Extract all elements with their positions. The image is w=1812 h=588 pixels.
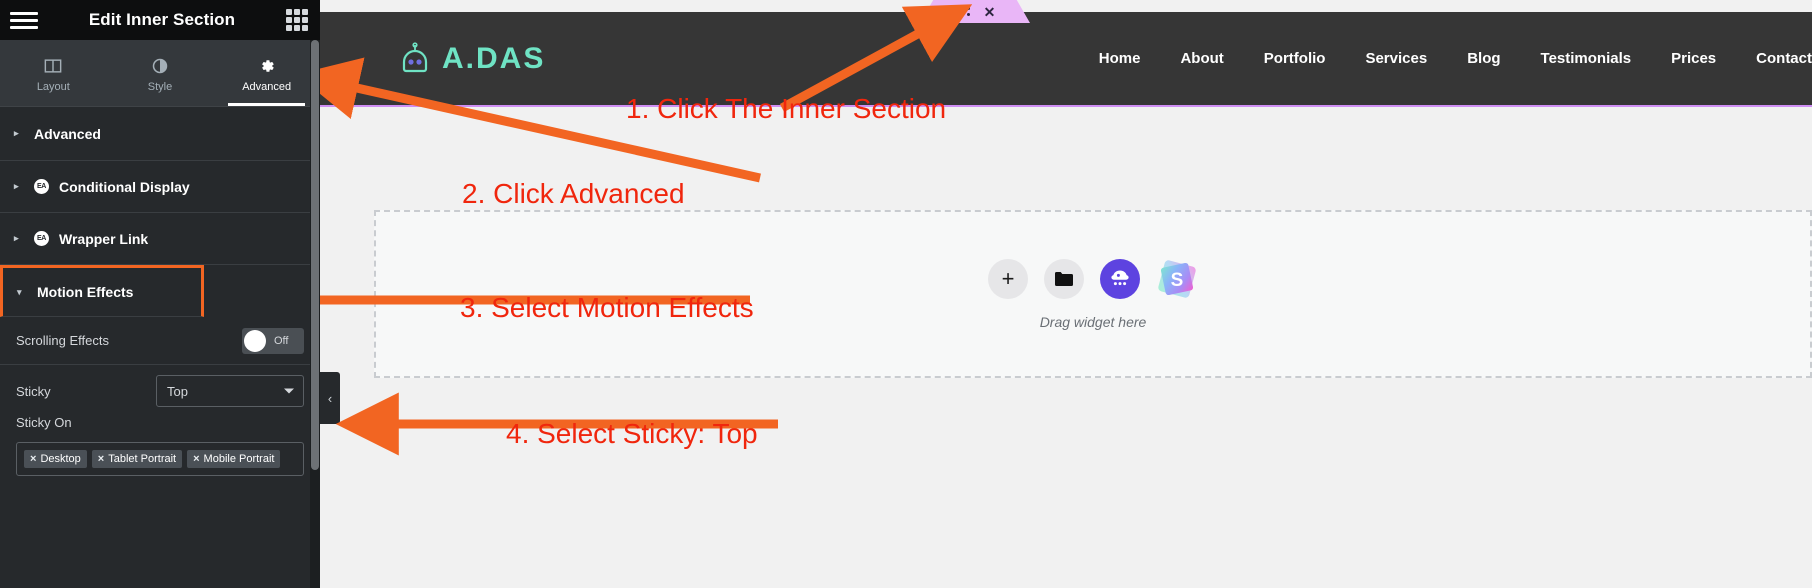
section-wrapper-link-label: Wrapper Link xyxy=(59,230,149,247)
nav-item-services[interactable]: Services xyxy=(1365,50,1427,67)
close-x-icon[interactable]: ✕ xyxy=(984,5,996,19)
panel-header: Edit Inner Section xyxy=(0,0,320,40)
site-logo[interactable]: A.DAS xyxy=(398,42,545,76)
scrolling-effects-row: Scrolling Effects Off xyxy=(0,317,320,365)
toggle-knob xyxy=(244,329,266,352)
sticky-row: Sticky Top xyxy=(0,365,320,417)
ai-robot-icon xyxy=(1111,270,1129,286)
panel-title: Edit Inner Section xyxy=(88,10,236,29)
scrolling-effects-label: Scrolling Effects xyxy=(16,333,109,348)
nav-item-home[interactable]: Home xyxy=(1099,50,1141,67)
panel-sections: ▸ Advanced ▸ EA Conditional Display ▸ EA… xyxy=(0,107,320,476)
nav-item-portfolio[interactable]: Portfolio xyxy=(1264,50,1326,67)
drag-widget-hint: Drag widget here xyxy=(1039,314,1147,330)
remove-tag-icon[interactable]: × xyxy=(193,453,199,465)
toggle-state-label: Off xyxy=(274,334,289,347)
ea-badge-icon: EA xyxy=(34,231,49,246)
editor-canvas: ✕ A.DAS Home About Portfolio Services Bl… xyxy=(320,0,1812,588)
chevron-right-icon: ▸ xyxy=(14,233,19,243)
add-widget-button[interactable]: + xyxy=(988,259,1028,299)
inner-section-handle[interactable]: ✕ xyxy=(920,0,1030,23)
section-wrapper-link[interactable]: ▸ EA Wrapper Link xyxy=(0,213,320,265)
layout-columns-icon xyxy=(44,59,62,73)
tab-advanced-label: Advanced xyxy=(242,81,292,93)
chevron-right-icon: ▸ xyxy=(14,181,19,191)
svg-text:S: S xyxy=(1171,270,1184,291)
collapse-panel-button[interactable]: ‹ xyxy=(320,372,340,424)
contrast-circle-icon xyxy=(152,58,168,74)
plus-icon: + xyxy=(1001,266,1015,291)
nav-item-blog[interactable]: Blog xyxy=(1467,50,1500,67)
panel-tabs: Layout Style Advanced xyxy=(0,40,320,107)
tab-layout-label: Layout xyxy=(36,81,70,93)
open-folder-button[interactable] xyxy=(1044,259,1084,299)
section-motion-effects[interactable]: ▾ Motion Effects xyxy=(0,265,204,317)
sticky-on-label: Sticky On xyxy=(16,415,72,430)
tag-mobile-portrait-label: Mobile Portrait xyxy=(203,453,275,465)
nav-item-testimonials[interactable]: Testimonials xyxy=(1541,50,1632,67)
section-advanced[interactable]: ▸ Advanced xyxy=(0,107,320,161)
scrolling-effects-toggle[interactable]: Off xyxy=(242,327,304,354)
elementor-editor-screen: Edit Inner Section Layout Style Advanced… xyxy=(0,0,1812,588)
tab-style[interactable]: Style xyxy=(107,40,214,106)
panel-scrollbar-thumb[interactable] xyxy=(311,40,319,470)
panel-scrollbar[interactable] xyxy=(310,40,320,588)
annotation-step-2: 2. Click Advanced xyxy=(462,178,685,209)
hamburger-menu-icon[interactable] xyxy=(10,11,38,29)
section-conditional-display-label: Conditional Display xyxy=(59,178,190,195)
sticky-label: Sticky xyxy=(16,383,51,399)
section-advanced-label: Advanced xyxy=(34,125,101,142)
site-header: A.DAS Home About Portfolio Services Blog… xyxy=(320,12,1812,107)
site-nav: Home About Portfolio Services Blog Testi… xyxy=(1099,50,1812,67)
remove-tag-icon[interactable]: × xyxy=(30,453,36,465)
tab-layout[interactable]: Layout xyxy=(0,40,107,106)
ai-widget-button[interactable] xyxy=(1100,259,1140,299)
tab-style-label: Style xyxy=(147,81,173,93)
tag-tablet-portrait-label: Tablet Portrait xyxy=(108,453,177,465)
widget-drop-zone[interactable]: + S Drag widget here xyxy=(374,210,1812,378)
site-logo-text: A.DAS xyxy=(442,41,546,75)
widget-action-buttons: + S xyxy=(988,258,1198,300)
folder-icon xyxy=(1055,272,1073,286)
tab-advanced[interactable]: Advanced xyxy=(213,40,320,106)
s-logo-icon: S xyxy=(1158,260,1196,298)
nav-item-about[interactable]: About xyxy=(1180,50,1223,67)
sticky-on-tags[interactable]: × Desktop × Tablet Portrait × Mobile Por… xyxy=(16,442,304,476)
chevron-right-icon: ▸ xyxy=(14,128,19,138)
remove-tag-icon[interactable]: × xyxy=(98,453,104,465)
nav-item-contact[interactable]: Contact xyxy=(1756,50,1812,67)
nav-item-prices[interactable]: Prices xyxy=(1671,50,1716,67)
tag-desktop[interactable]: × Desktop xyxy=(24,450,87,468)
tag-desktop-label: Desktop xyxy=(40,453,81,465)
section-motion-effects-label: Motion Effects xyxy=(37,284,134,300)
six-dots-drag-icon[interactable] xyxy=(954,7,970,16)
annotation-step-4: 4. Select Sticky: Top xyxy=(506,418,758,449)
sticky-select-value: Top xyxy=(167,383,188,399)
gear-icon xyxy=(261,60,274,72)
s-template-button[interactable]: S xyxy=(1156,258,1198,300)
robot-head-icon xyxy=(402,41,428,72)
tag-mobile-portrait[interactable]: × Mobile Portrait xyxy=(187,450,281,468)
chevron-down-icon: ▾ xyxy=(17,286,22,297)
sticky-select[interactable]: Top xyxy=(156,375,304,407)
tag-tablet-portrait[interactable]: × Tablet Portrait xyxy=(91,450,183,468)
section-conditional-display[interactable]: ▸ EA Conditional Display xyxy=(0,161,320,213)
ea-badge-icon: EA xyxy=(34,179,49,194)
apps-grid-icon[interactable] xyxy=(286,9,308,31)
chevron-down-icon xyxy=(284,388,294,394)
editor-panel: Edit Inner Section Layout Style Advanced… xyxy=(0,0,320,588)
